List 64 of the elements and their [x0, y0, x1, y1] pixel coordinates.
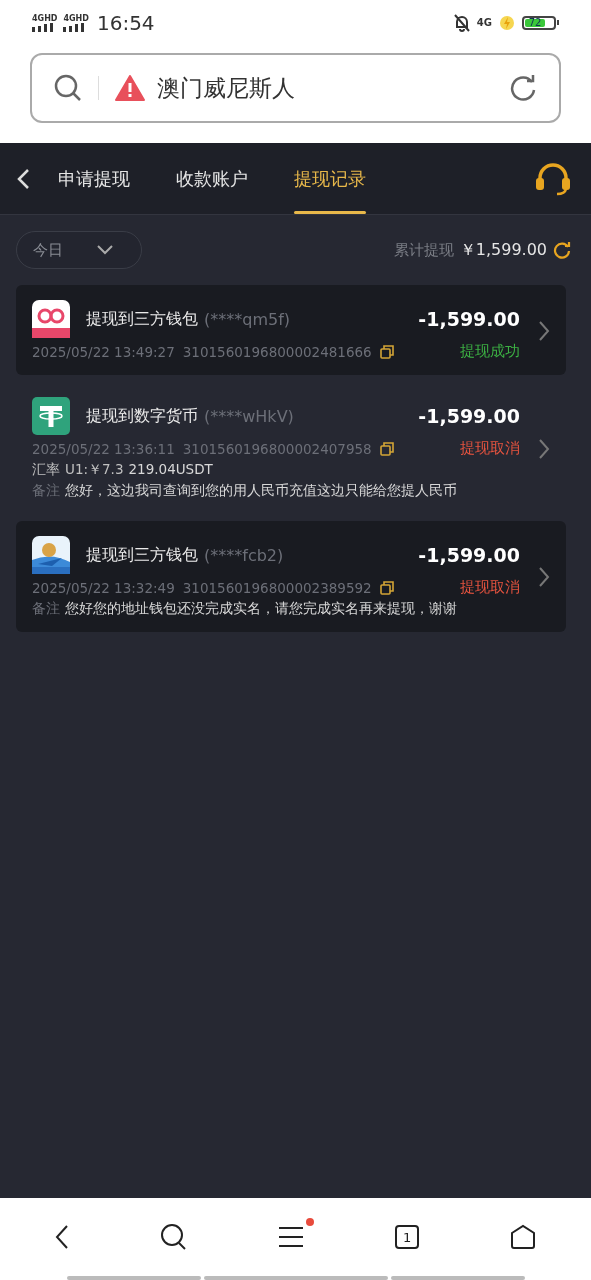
chevron-right-icon	[538, 319, 550, 342]
back-icon[interactable]	[55, 1224, 70, 1250]
record-status: 提现取消	[460, 578, 520, 597]
order-number: 3101560196800002389592	[182, 579, 372, 596]
note-text: 您好您的地址钱包还没完成实名，请您完成实名再来提现，谢谢	[65, 600, 457, 616]
reload-icon[interactable]	[509, 74, 537, 102]
refresh-icon[interactable]	[553, 241, 571, 259]
clock-time: 16:54	[96, 10, 155, 35]
record-time: 2025/05/22 13:49:27	[32, 343, 175, 360]
network-label: 4GHD	[63, 13, 89, 23]
copy-icon[interactable]	[379, 344, 394, 359]
address-field[interactable]: 澳门威尼斯人	[30, 53, 561, 123]
record-time: 2025/05/22 13:36:11	[32, 440, 175, 457]
rate-label: 汇率	[32, 461, 60, 477]
total-label: 累计提现	[393, 240, 454, 260]
network-label: 4GHD	[32, 13, 58, 23]
signal-icon	[63, 22, 86, 32]
tether-logo	[32, 397, 70, 435]
tab[interactable]: 收款账户	[176, 143, 248, 214]
network-label: 4G	[476, 17, 492, 28]
record-status: 提现成功	[460, 342, 520, 361]
charging-icon	[499, 14, 515, 31]
withdrawal-record[interactable]: 提现到数字货币 (****wHkV) -1,599.00 2025/05/22 13:36:11 3101560196800002407958 提现取消 汇率 U1:￥7.3 219.04USDT 备注 您好，这边我司查询到您的用人民币充值这边只能给您提人民币	[16, 382, 566, 514]
exchange-rate: U1:￥7.3	[65, 461, 124, 477]
record-title: 提现到数字货币	[86, 405, 198, 427]
record-time: 2025/05/22 13:32:49	[32, 579, 175, 596]
record-amount: -1,599.00	[418, 308, 520, 330]
record-status: 提现取消	[460, 439, 520, 458]
order-number: 3101560196800002407958	[182, 440, 372, 457]
account-mask: (****fcb2)	[204, 545, 284, 565]
tab-count-button[interactable]: 1	[395, 1225, 420, 1249]
withdrawal-record[interactable]: 提现到三方钱包 (****fcb2) -1,599.00 2025/05/22 13:32:49 3101560196800002389592 提现取消 备注 您好您的地址钱包还没完成实名，请您完成实名再来提现，谢谢	[16, 521, 566, 632]
order-number: 3101560196800002481666	[182, 343, 372, 360]
search-icon[interactable]	[159, 1223, 188, 1251]
home-icon[interactable]	[509, 1224, 536, 1250]
date-filter-dropdown[interactable]: 今日	[16, 231, 142, 269]
total-amount: ￥1,599.00	[459, 239, 547, 261]
page-title: 澳门威尼斯人	[157, 73, 296, 103]
wallet-logo	[32, 300, 70, 338]
tab[interactable]: 申请提现	[58, 143, 130, 214]
account-mask: (****wHkV)	[204, 406, 294, 426]
app-logo	[32, 536, 70, 574]
note-label: 备注	[32, 482, 60, 498]
account-mask: (****qm5f)	[204, 309, 291, 329]
signal-icon	[32, 22, 54, 32]
chevron-right-icon	[538, 566, 550, 588]
tab[interactable]: 提现记录	[294, 143, 366, 214]
record-amount: -1,599.00	[418, 544, 520, 566]
warning-icon	[115, 75, 145, 101]
note-label: 备注	[32, 600, 60, 616]
menu-icon[interactable]	[278, 1226, 305, 1248]
copy-icon[interactable]	[379, 580, 394, 595]
record-title: 提现到三方钱包	[86, 544, 198, 566]
headset-icon[interactable]	[535, 161, 571, 196]
note-text: 您好，这边我司查询到您的用人民币充值这边只能给您提人民币	[65, 482, 457, 498]
record-title: 提现到三方钱包	[86, 308, 198, 330]
chevron-right-icon	[538, 437, 550, 460]
record-amount: -1,599.00	[418, 405, 520, 427]
withdrawal-record[interactable]: 提现到三方钱包 (****qm5f) -1,599.00 2025/05/22 13:49:27 3101560196800002481666 提现成功	[16, 285, 566, 375]
crypto-amount: 219.04USDT	[128, 461, 213, 477]
muted-bell-icon	[453, 13, 470, 32]
battery-level: 72	[525, 18, 546, 27]
chevron-down-icon	[97, 245, 113, 255]
copy-icon[interactable]	[379, 441, 394, 456]
